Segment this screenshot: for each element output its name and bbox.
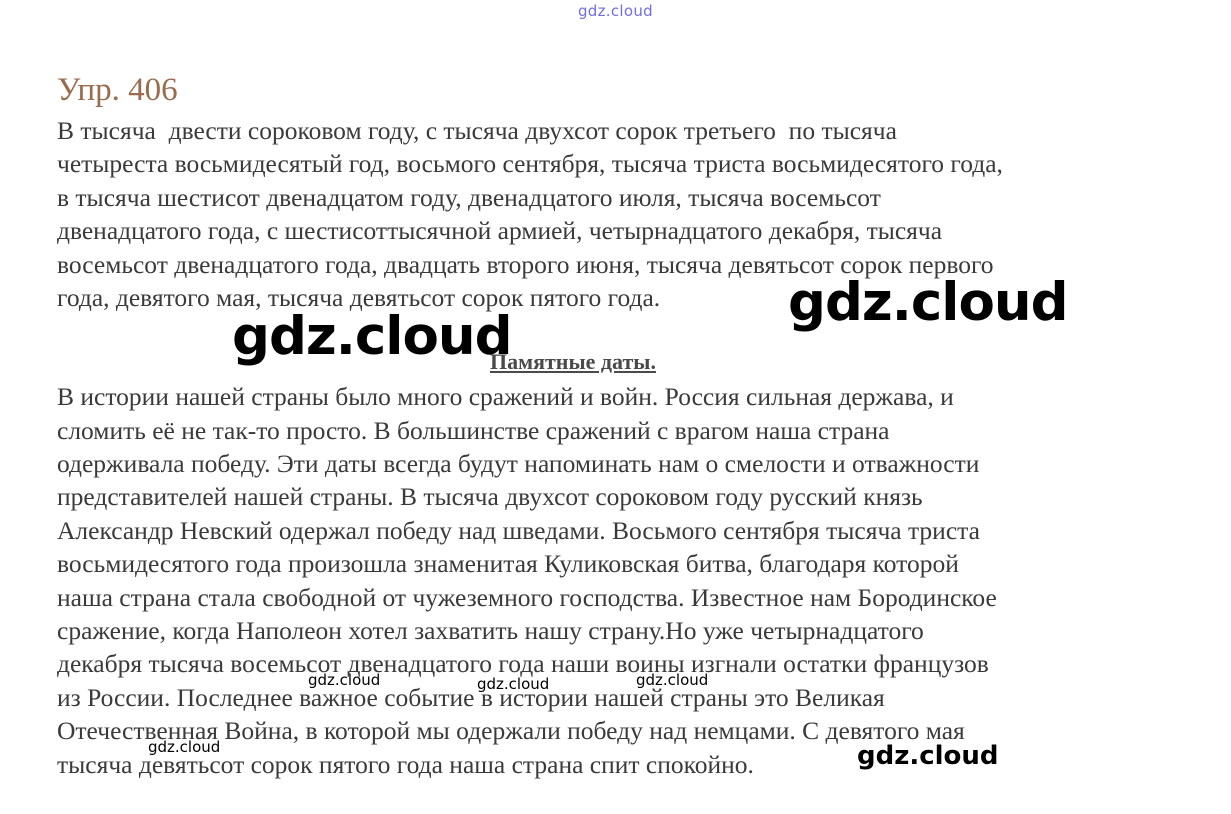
watermark-small: gdz.cloud xyxy=(308,671,381,689)
watermark-small: gdz.cloud xyxy=(636,671,709,689)
paragraph1-line: в тысяча шестисот двенадцатом году, двен… xyxy=(57,183,881,212)
watermark-large-left: gdz.cloud xyxy=(232,306,513,367)
paragraph2-line: одерживала победу. Эти даты всегда будут… xyxy=(57,449,980,478)
section-heading: Памятные даты. xyxy=(490,349,656,374)
paragraph2-line: восьмидесятого года произошла знаменитая… xyxy=(57,549,959,578)
watermark-small: gdz.cloud xyxy=(477,675,550,693)
watermark-small: gdz.cloud xyxy=(148,738,221,756)
paragraph1-line: В тысяча двести сороковом году, с тысяча… xyxy=(57,116,897,145)
watermark-top: gdz.cloud xyxy=(577,2,653,20)
paragraph2-line: наша страна стала свободной от чужеземно… xyxy=(57,583,997,612)
document-page: gdz.cloud Упр. 406 В тысяча двести сорок… xyxy=(0,0,1231,814)
paragraph2-line: В истории нашей страны было много сражен… xyxy=(57,382,954,411)
paragraph2-line: Александр Невский одержал победу над шве… xyxy=(57,516,980,545)
exercise-title: Упр. 406 xyxy=(57,72,178,108)
paragraph2-line: представителей нашей страны. В тысяча дв… xyxy=(57,482,923,511)
paragraph2-line: из России. Последнее важное событие в ис… xyxy=(57,683,885,712)
paragraph2-line: сломить её не так-то просто. В большинст… xyxy=(57,416,890,445)
paragraph2-line: сражение, когда Наполеон хотел захватить… xyxy=(57,616,924,645)
watermark-large-right: gdz.cloud xyxy=(788,272,1069,333)
paragraph1-line: четыреста восьмидесятый год, восьмого се… xyxy=(57,149,1003,178)
paragraph1-line: двенадцатого года, с шестисоттысячной ар… xyxy=(57,216,943,245)
watermark-bottom-right: gdz.cloud xyxy=(857,741,999,771)
